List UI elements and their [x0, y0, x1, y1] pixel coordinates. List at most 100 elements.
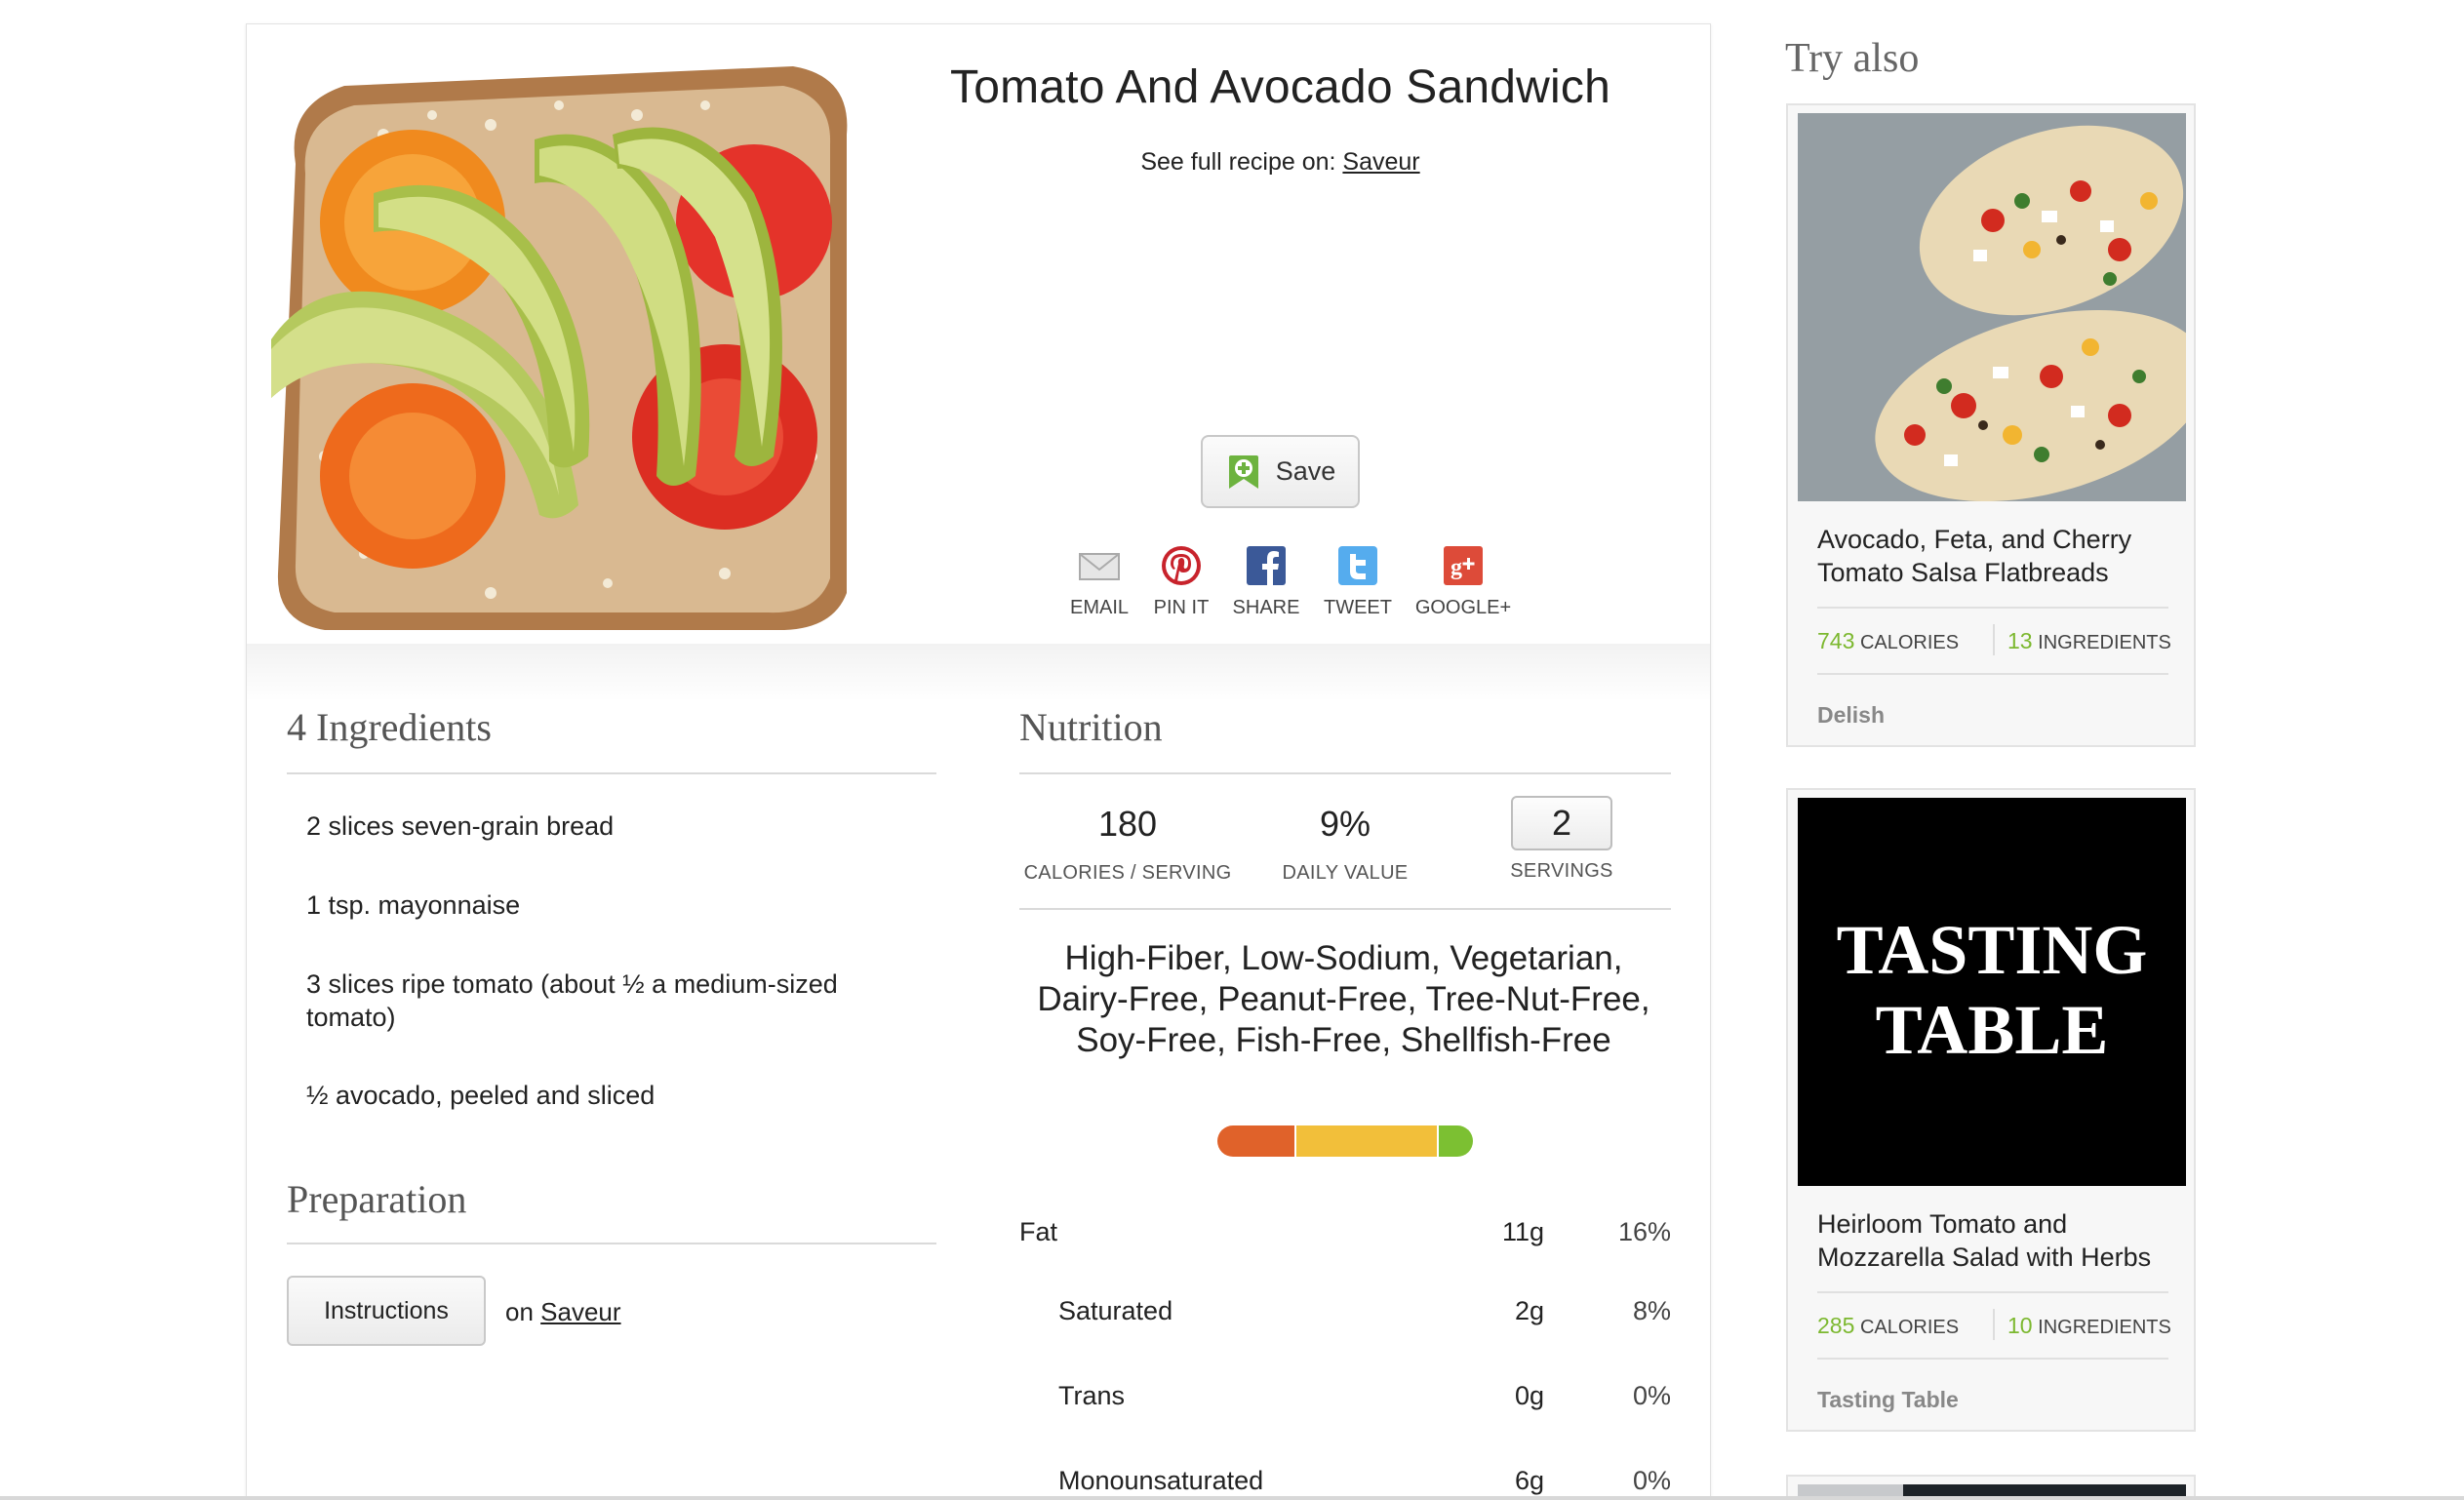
health-bar-segment [1293, 1125, 1438, 1157]
related-ingredients-value: 13 [2007, 628, 2033, 653]
share-email-label: EMAIL [1069, 597, 1130, 618]
recipe-photo [266, 47, 854, 630]
daily-value-stat: 9% DAILY VALUE [1237, 804, 1453, 885]
pinterest-icon [1162, 546, 1201, 585]
nutrient-row-saturated: Saturated 2g 8% [1019, 1296, 1671, 1335]
ingredients-rule [287, 772, 936, 774]
source-prefix: See full recipe on: [1140, 148, 1336, 176]
related-recipe-card[interactable]: TASTING TABLE Heirloom Tomato and Mozzar… [1786, 788, 2196, 1432]
servings-caption: SERVINGS [1510, 860, 1613, 882]
related-ingredients: 13 INGREDIENTS [2007, 628, 2171, 654]
calories-value: 180 [1097, 804, 1158, 844]
nutrient-name: Trans [1058, 1381, 1126, 1410]
nutrient-percent: 0% [1632, 1381, 1671, 1410]
related-recipe-title[interactable]: Heirloom Tomato and Mozzarella Salad wit… [1817, 1207, 2178, 1274]
share-bar: EMAIL PIN IT SHARE TWEET g GOOGLE+ [1053, 544, 1522, 622]
ingredient-item: ½ avocado, peeled and sliced [306, 1081, 656, 1110]
bookmark-plus-icon [1228, 454, 1258, 489]
twitter-icon [1338, 546, 1377, 585]
share-pinterest[interactable]: PIN IT [1147, 544, 1215, 619]
nutrient-row-monounsaturated: Monounsaturated 6g 0% [1019, 1466, 1671, 1500]
health-score-bar [1217, 1125, 1473, 1157]
related-calories-label: CALORIES [1859, 632, 1960, 653]
instructions-button[interactable]: Instructions [287, 1276, 486, 1346]
related-recipe-rule [1817, 1291, 2168, 1293]
related-recipe-rule [1817, 673, 2168, 675]
related-recipe-title[interactable]: Avocado, Feta, and Cherry Tomato Salsa F… [1817, 523, 2178, 589]
ingredient-item: 1 tsp. mayonnaise [306, 890, 521, 920]
save-label: Save [1275, 456, 1336, 486]
related-ingredients-value: 10 [2007, 1313, 2033, 1338]
share-google-plus-label: GOOGLE+ [1414, 597, 1512, 618]
preparation-rule [287, 1243, 936, 1244]
calories-stat: 180 CALORIES / SERVING [1019, 804, 1236, 885]
nutrient-amount: 6g [1514, 1466, 1544, 1495]
try-also-heading: Try also [1785, 36, 1920, 81]
calories-caption: CALORIES / SERVING [1023, 862, 1232, 884]
related-calories-value: 743 [1817, 628, 1855, 653]
stats-divider [1993, 624, 1995, 655]
related-recipe-rule [1817, 607, 2168, 609]
daily-value-caption: DAILY VALUE [1282, 862, 1409, 884]
related-recipe-stats: 743 CALORIES 13 INGREDIENTS [1817, 624, 2178, 655]
health-bar-segment [1437, 1125, 1473, 1157]
share-twitter-label: TWEET [1324, 597, 1392, 618]
related-ingredients: 10 INGREDIENTS [2007, 1313, 2171, 1339]
related-calories-label: CALORIES [1859, 1317, 1960, 1338]
envelope-icon [1079, 553, 1120, 580]
instructions-source-link[interactable]: Saveur [540, 1297, 620, 1326]
servings-input[interactable]: 2 [1511, 796, 1612, 850]
daily-value: 9% [1319, 804, 1371, 844]
source-link[interactable]: Saveur [1342, 148, 1419, 176]
logo-line-1: TASTING [1837, 911, 2148, 989]
ingredient-item: 3 slices ripe tomato (about ½ a medium-s… [306, 969, 838, 1032]
related-ingredients-label: INGREDIENTS [2038, 632, 2171, 653]
nutrient-amount: 2g [1514, 1296, 1544, 1325]
recipe-source-line: See full recipe on: Saveur [854, 148, 1707, 177]
diet-labels: High-Fiber, Low-Sodium, Vegetarian, Dair… [1037, 939, 1650, 1059]
nutrient-amount: 0g [1514, 1381, 1544, 1410]
stats-divider [1993, 1309, 1995, 1340]
servings-stat: 2 SERVINGS [1453, 796, 1670, 883]
nutrient-amount: 11g [1501, 1217, 1544, 1246]
related-recipe-rule [1817, 1358, 2168, 1360]
nutrient-percent: 8% [1632, 1296, 1671, 1325]
nutrient-row-fat: Fat 11g 16% [1019, 1217, 1671, 1256]
tasting-table-logo: TASTING TABLE [1798, 798, 2186, 1186]
share-email[interactable]: EMAIL [1065, 544, 1133, 619]
preparation-heading: Preparation [287, 1177, 467, 1221]
nutrient-name: Saturated [1058, 1296, 1173, 1325]
related-recipe-card[interactable]: Avocado, Feta, and Cherry Tomato Salsa F… [1786, 103, 2196, 747]
page-bottom-edge [0, 1496, 2464, 1500]
svg-text:g: g [1451, 555, 1462, 580]
ingredients-heading: 4 Ingredients [287, 705, 492, 749]
share-google-plus[interactable]: g GOOGLE+ [1410, 544, 1517, 619]
nutrition-heading: Nutrition [1019, 705, 1163, 749]
hero-divider [247, 644, 1710, 702]
nutrient-name: Fat [1019, 1217, 1058, 1246]
related-recipe-stats: 285 CALORIES 10 INGREDIENTS [1817, 1309, 2178, 1340]
related-recipe-photo [1798, 113, 2186, 501]
ingredient-item: 2 slices seven-grain bread [306, 811, 615, 841]
health-bar-segment [1217, 1125, 1294, 1157]
related-calories-value: 285 [1817, 1313, 1855, 1338]
nutrient-row-trans: Trans 0g 0% [1019, 1381, 1671, 1420]
instructions-source: on Saveur [505, 1297, 621, 1327]
nutrient-percent: 0% [1632, 1466, 1671, 1495]
instructions-on-prefix: on [505, 1297, 534, 1326]
recipe-title: Tomato And Avocado Sandwich [950, 61, 1610, 113]
nutrient-percent: 16% [1617, 1217, 1671, 1246]
save-button[interactable]: Save [1201, 435, 1360, 508]
share-twitter[interactable]: TWEET [1319, 544, 1397, 619]
facebook-icon [1247, 546, 1286, 585]
related-recipe-source: Delish [1817, 702, 1886, 728]
logo-line-2: TABLE [1876, 991, 2109, 1069]
share-facebook[interactable]: SHARE [1232, 544, 1300, 619]
share-facebook-label: SHARE [1232, 597, 1300, 618]
nutrition-stats-rule [1019, 908, 1671, 910]
related-recipe-source: Tasting Table [1817, 1387, 1959, 1412]
nutrition-rule [1019, 772, 1671, 774]
related-ingredients-label: INGREDIENTS [2038, 1317, 2171, 1338]
share-pinterest-label: PIN IT [1153, 597, 1210, 618]
google-plus-icon: g [1444, 546, 1483, 585]
